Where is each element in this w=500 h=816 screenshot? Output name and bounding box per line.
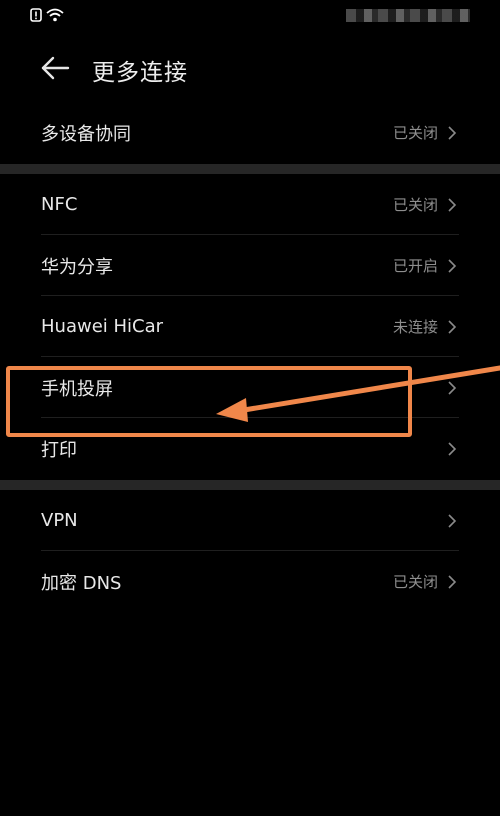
item-status: 未连接 (392, 318, 438, 336)
wifi-icon (46, 7, 64, 26)
back-button[interactable] (38, 52, 72, 84)
section-separator (0, 480, 500, 490)
alert-icon (30, 7, 42, 26)
chevron-right-icon (446, 512, 458, 530)
item-label: NFC (41, 194, 78, 215)
item-label: 华为分享 (41, 256, 113, 278)
settings-item-multi-device-collaboration[interactable]: 多设备协同 已关闭 (0, 102, 500, 163)
item-label: 打印 (41, 439, 77, 461)
section-separator (0, 164, 500, 174)
chevron-right-icon (446, 440, 458, 458)
status-icons-right-blurred (346, 9, 470, 22)
item-label: Huawei HiCar (41, 316, 164, 337)
back-arrow-icon (41, 56, 70, 80)
settings-item-screen-projection[interactable]: 手机投屏 (0, 357, 500, 418)
settings-item-huawei-share[interactable]: 华为分享 已开启 (0, 235, 500, 296)
settings-group-1: 多设备协同 已关闭 (0, 102, 500, 163)
item-label: 多设备协同 (41, 123, 131, 145)
item-status: 已关闭 (392, 196, 438, 214)
settings-item-huawei-hicar[interactable]: Huawei HiCar 未连接 (0, 296, 500, 357)
item-label: 手机投屏 (41, 378, 113, 400)
chevron-right-icon (446, 196, 458, 214)
item-status: 已开启 (392, 257, 438, 275)
header: 更多连接 (0, 44, 500, 92)
settings-item-print[interactable]: 打印 (0, 418, 500, 479)
chevron-right-icon (446, 257, 458, 275)
chevron-right-icon (446, 124, 458, 142)
status-bar (0, 0, 500, 30)
settings-group-2: NFC 已关闭 华为分享 已开启 Huawei HiCar 未连接 手机投屏 打… (0, 174, 500, 479)
chevron-right-icon (446, 318, 458, 336)
settings-item-vpn[interactable]: VPN (0, 490, 500, 551)
chevron-right-icon (446, 573, 458, 591)
settings-item-encrypted-dns[interactable]: 加密 DNS 已关闭 (0, 551, 500, 612)
page-title: 更多连接 (92, 60, 188, 86)
item-status: 已关闭 (392, 573, 438, 591)
item-label: 加密 DNS (41, 572, 122, 594)
settings-group-3: VPN 加密 DNS 已关闭 (0, 490, 500, 612)
chevron-right-icon (446, 379, 458, 397)
item-status: 已关闭 (392, 124, 438, 142)
settings-item-nfc[interactable]: NFC 已关闭 (0, 174, 500, 235)
item-label: VPN (41, 510, 78, 531)
status-icons-left (30, 7, 64, 26)
